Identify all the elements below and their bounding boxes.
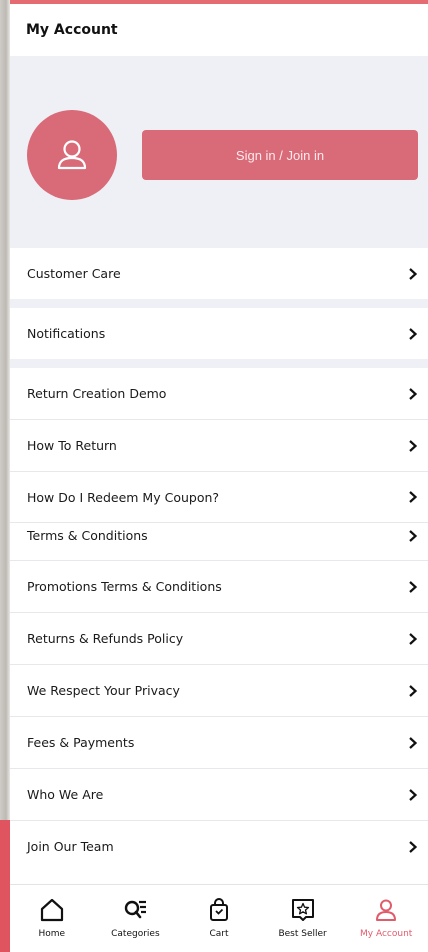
menu-item-returns-refunds[interactable]: Returns & Refunds Policy [10, 613, 428, 665]
tab-home[interactable]: Home [10, 885, 94, 952]
menu-item-label: Customer Care [27, 266, 121, 281]
chevron-right-icon [409, 439, 418, 452]
tab-label: Cart [209, 929, 229, 939]
menu-item-join-our-team[interactable]: Join Our Team [10, 821, 428, 872]
menu-item-label: How To Return [27, 438, 117, 453]
account-icon [376, 899, 397, 921]
menu-item-return-creation-demo[interactable]: Return Creation Demo [10, 368, 428, 420]
menu-item-label: Notifications [27, 326, 106, 341]
chevron-right-icon [409, 267, 418, 280]
chevron-right-icon [409, 491, 418, 503]
menu-item-redeem-coupon[interactable]: How Do I Redeem My Coupon? [10, 472, 428, 523]
chevron-right-icon [409, 632, 418, 645]
profile-section: Sign in / Join in [10, 56, 428, 248]
chevron-right-icon [409, 327, 418, 340]
user-icon [57, 140, 87, 170]
best-seller-icon [291, 899, 314, 921]
home-icon [40, 898, 63, 922]
menu-item-label: Fees & Payments [27, 735, 135, 750]
menu-item-label: We Respect Your Privacy [27, 683, 180, 698]
menu-item-label: How Do I Redeem My Coupon? [27, 489, 220, 505]
menu-item-how-to-return[interactable]: How To Return [10, 420, 428, 472]
chevron-right-icon [409, 580, 418, 593]
chevron-right-icon [409, 684, 418, 697]
sign-in-button[interactable]: Sign in / Join in [142, 130, 418, 180]
tab-best-seller[interactable]: Best Seller [261, 885, 345, 952]
tab-label: Home [38, 929, 66, 939]
menu-group-notifications: Notifications [10, 308, 428, 359]
menu-item-label: Who We Are [27, 787, 104, 802]
menu-item-label: Join Our Team [27, 839, 114, 854]
chevron-right-icon [409, 530, 418, 542]
menu-item-terms-conditions[interactable]: Terms & Conditions [10, 523, 428, 561]
bottom-tab-bar: Home Categories Cart Best Seller My Acco… [10, 884, 428, 952]
menu-group-support: Customer Care [10, 248, 428, 299]
menu-item-notifications[interactable]: Notifications [10, 308, 428, 359]
chevron-right-icon [409, 840, 418, 853]
menu-item-privacy[interactable]: We Respect Your Privacy [10, 665, 428, 717]
menu-item-label: Return Creation Demo [27, 386, 167, 401]
cart-icon [209, 898, 228, 921]
app-screen: My Account Sign in / Join in Customer Ca… [10, 0, 428, 952]
tab-label: Categories [111, 929, 160, 939]
background-edge [0, 820, 10, 952]
menu-group-info: Return Creation Demo How To Return How D… [10, 368, 428, 884]
tab-label: My Account [360, 929, 413, 939]
tab-label: Best Seller [278, 929, 327, 939]
menu-item-fees-payments[interactable]: Fees & Payments [10, 717, 428, 769]
menu-item-promotions-terms[interactable]: Promotions Terms & Conditions [10, 561, 428, 613]
menu-item-label: Terms & Conditions [27, 528, 148, 543]
header: My Account [10, 4, 428, 56]
avatar[interactable] [27, 110, 117, 200]
menu-item-who-we-are[interactable]: Who We Are [10, 769, 428, 821]
tab-my-account[interactable]: My Account [344, 885, 428, 952]
chevron-right-icon [409, 387, 418, 400]
chevron-right-icon [409, 736, 418, 749]
categories-icon [125, 900, 147, 919]
tab-categories[interactable]: Categories [94, 885, 178, 952]
page-title: My Account [26, 22, 118, 38]
menu-item-label: Returns & Refunds Policy [27, 631, 184, 646]
menu-item-customer-care[interactable]: Customer Care [10, 248, 428, 299]
menu-item-label: Promotions Terms & Conditions [27, 579, 222, 594]
chevron-right-icon [409, 788, 418, 801]
tab-cart[interactable]: Cart [177, 885, 261, 952]
